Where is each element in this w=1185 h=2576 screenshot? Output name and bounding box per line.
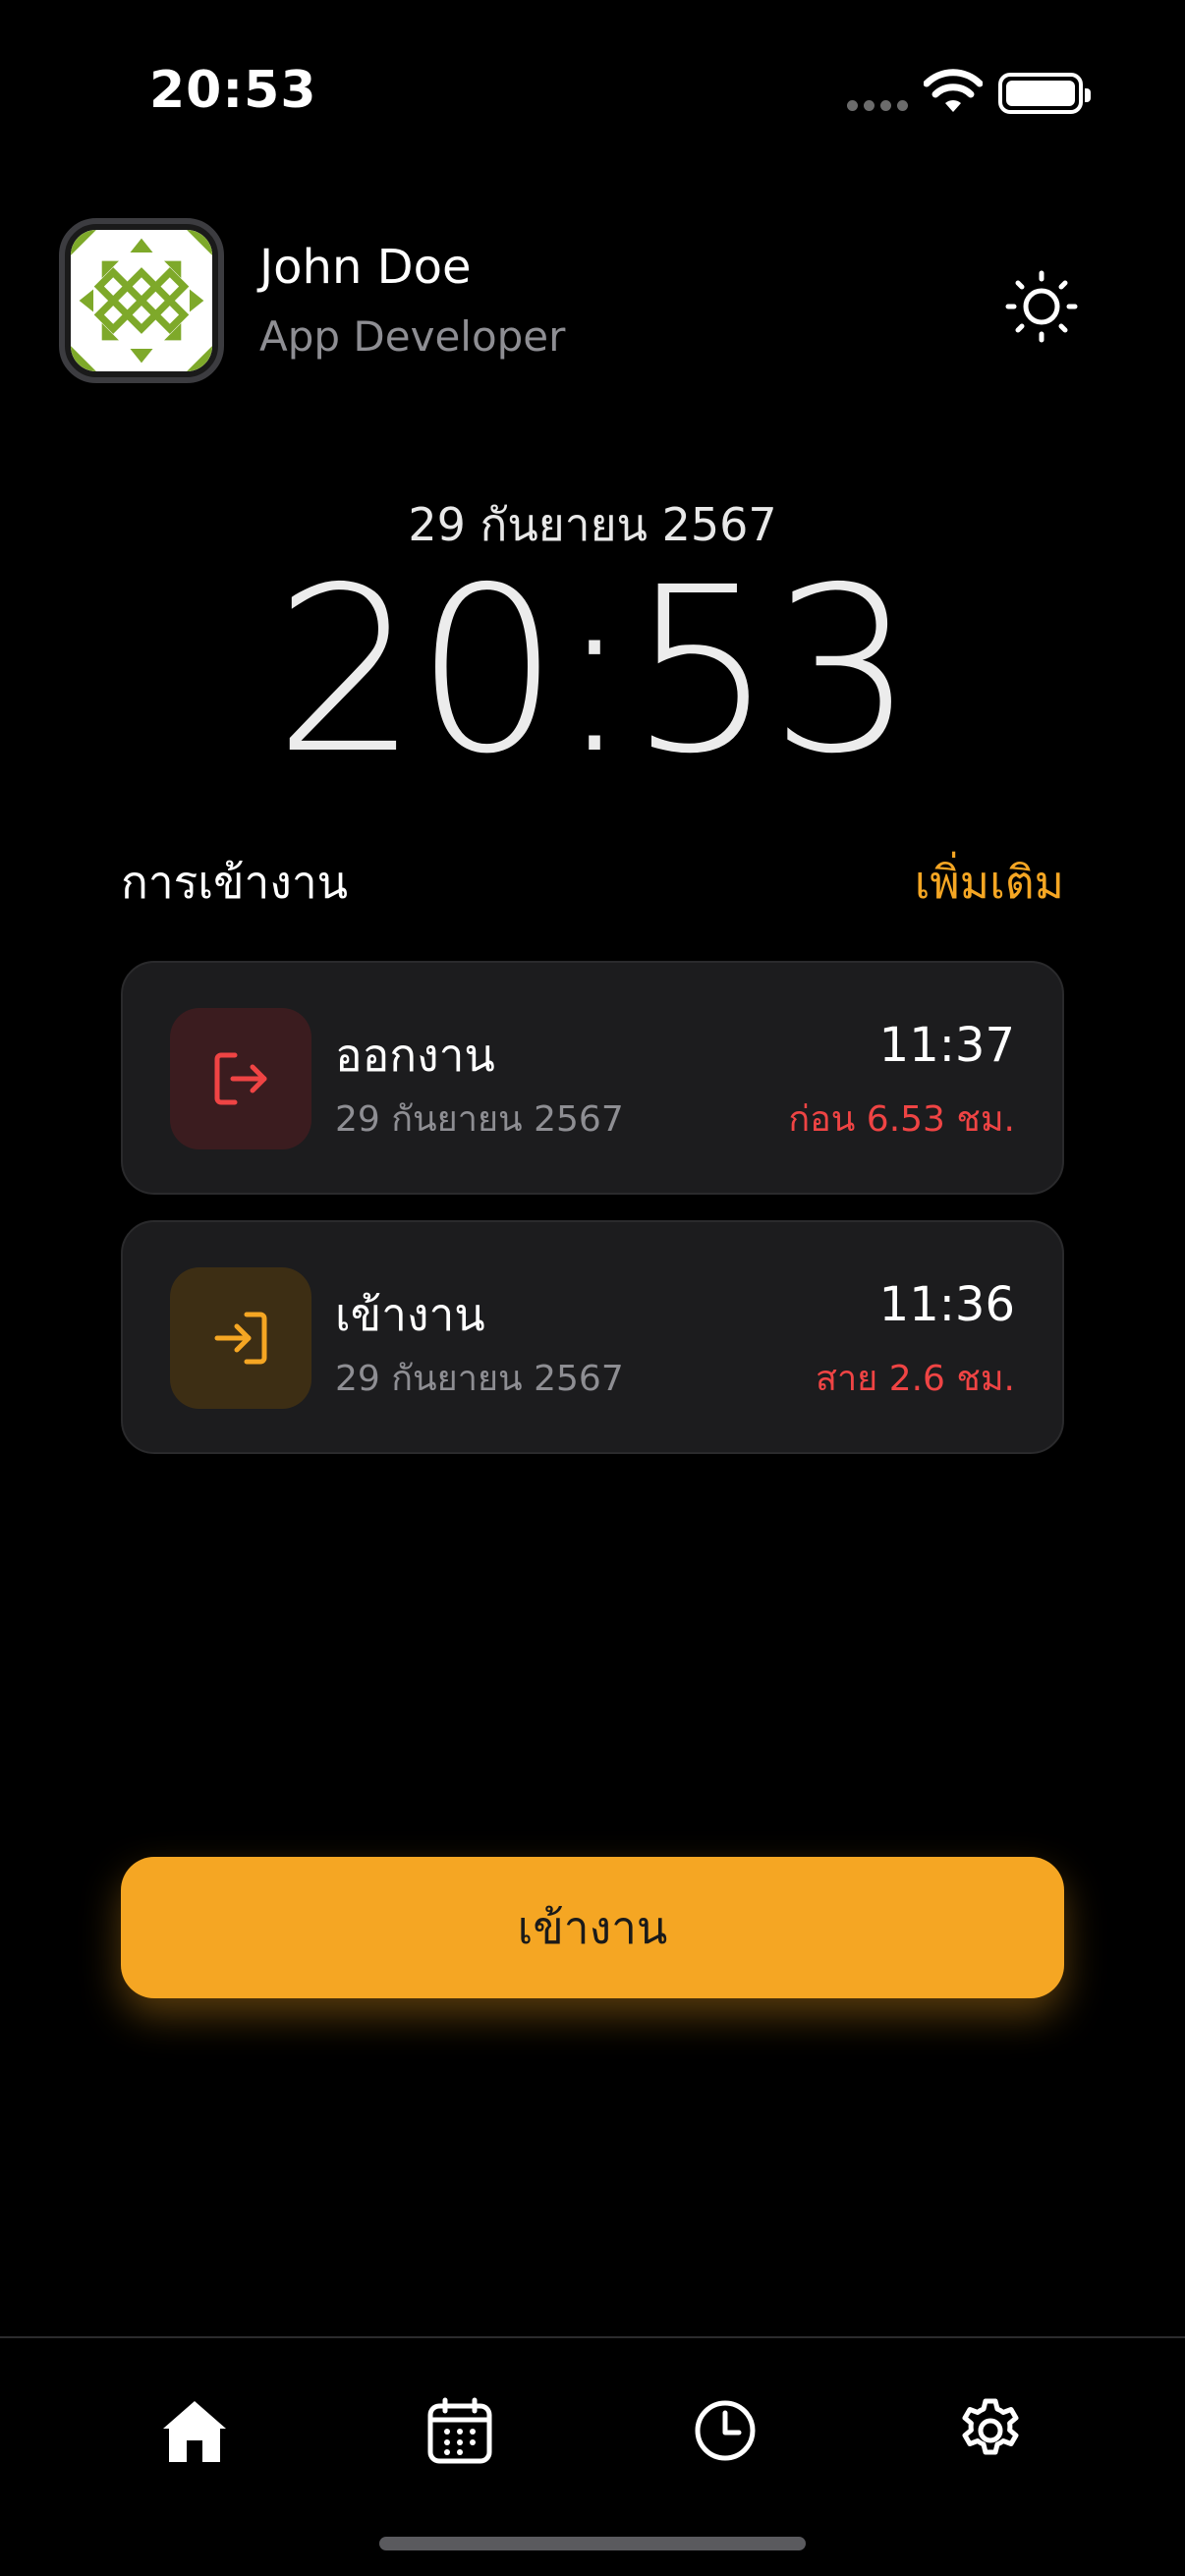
record-date: 29 กันยายน 2567 bbox=[335, 1359, 624, 1399]
wifi-icon bbox=[924, 69, 983, 112]
user-role: App Developer bbox=[259, 312, 566, 361]
attendance-section-title: การเข้างาน bbox=[121, 856, 349, 909]
battery-icon bbox=[998, 73, 1091, 114]
gear-icon bbox=[962, 2398, 1019, 2455]
tab-history[interactable] bbox=[686, 2391, 764, 2470]
user-name: John Doe bbox=[259, 240, 472, 295]
tab-calendar[interactable] bbox=[421, 2391, 499, 2470]
sun-icon[interactable] bbox=[1002, 267, 1081, 346]
tab-settings[interactable] bbox=[951, 2391, 1030, 2470]
logout-icon bbox=[170, 1008, 311, 1149]
record-note: สาย 2.6 ชม. bbox=[815, 1359, 1015, 1399]
avatar[interactable] bbox=[59, 218, 224, 383]
attendance-record-card[interactable]: เข้างาน 29 กันยายน 2567 11:36 สาย 2.6 ชม… bbox=[121, 1220, 1064, 1454]
record-title: เข้างาน bbox=[335, 1288, 485, 1341]
attendance-record-card[interactable]: ออกงาน 29 กันยายน 2567 11:37 ก่อน 6.53 ช… bbox=[121, 961, 1064, 1195]
home-icon bbox=[163, 2401, 226, 2462]
home-indicator[interactable] bbox=[379, 2537, 806, 2550]
more-link[interactable]: เพิ่มเติม bbox=[915, 847, 1064, 919]
clock-icon bbox=[695, 2400, 756, 2461]
avatar-pattern-icon bbox=[71, 230, 212, 371]
record-date: 29 กันยายน 2567 bbox=[335, 1099, 624, 1140]
tab-home[interactable] bbox=[155, 2391, 234, 2470]
record-time: 11:37 bbox=[878, 1018, 1015, 1073]
record-note: ก่อน 6.53 ชม. bbox=[788, 1099, 1015, 1140]
record-title: ออกงาน bbox=[335, 1029, 495, 1082]
cellular-signal-icon bbox=[847, 100, 908, 111]
status-bar-time: 20:53 bbox=[149, 61, 317, 120]
calendar-icon bbox=[427, 2397, 492, 2464]
record-time: 11:36 bbox=[878, 1277, 1015, 1332]
check-in-button[interactable]: เข้างาน bbox=[121, 1857, 1064, 1998]
login-icon bbox=[170, 1267, 311, 1409]
current-time: 20:53 bbox=[273, 538, 916, 804]
